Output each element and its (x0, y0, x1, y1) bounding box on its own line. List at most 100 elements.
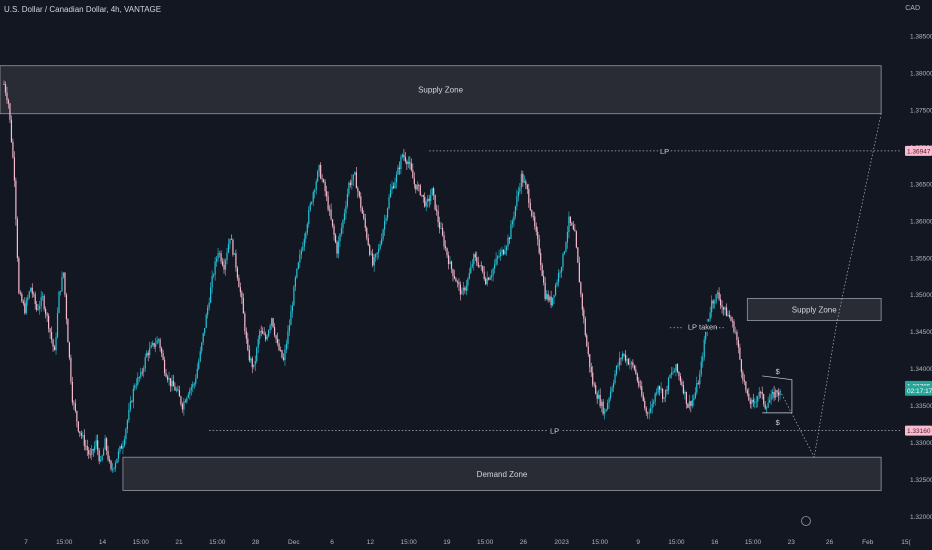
x-tick-label: Dec (288, 539, 300, 546)
candle-body (227, 243, 230, 253)
candle-body (641, 386, 643, 396)
candle-body (433, 188, 435, 195)
candle-body (236, 267, 239, 278)
candle-body (369, 245, 371, 255)
candle-body (740, 359, 742, 373)
candle-body (284, 349, 286, 360)
candle-body (505, 246, 508, 251)
candle-body (632, 362, 634, 366)
candle-body (476, 257, 478, 263)
candle-body (394, 182, 396, 189)
candle-body (724, 307, 726, 310)
candle-body (407, 161, 409, 165)
y-tick-label: 1.35500 (910, 255, 932, 262)
candle-body (653, 401, 655, 404)
candle-body (111, 469, 114, 470)
candle-body (95, 440, 97, 446)
candle-body (235, 253, 237, 268)
candle-body (441, 228, 444, 236)
x-tick-label: Feb (862, 539, 874, 546)
candle-body (694, 392, 696, 399)
candle-body (502, 249, 505, 255)
candle-body (546, 294, 548, 299)
candle-body (3, 84, 5, 85)
candle-body (107, 450, 109, 460)
candle-body (199, 351, 201, 362)
candle-body (177, 389, 179, 391)
candle-body (654, 393, 656, 402)
candle-body (507, 237, 509, 247)
candle-body (273, 327, 276, 336)
candle-body (556, 282, 558, 286)
candle-body (767, 402, 769, 408)
candle-body (178, 390, 181, 397)
x-tick-label: 23 (788, 539, 796, 546)
candle-body (690, 401, 692, 406)
candle-body (165, 373, 167, 377)
candle-body (705, 331, 707, 340)
candle-body (189, 389, 191, 395)
candle-body (352, 174, 354, 181)
candle-body (492, 268, 494, 276)
candle-body (693, 398, 695, 401)
candle-body (571, 222, 573, 226)
candle-body (308, 209, 310, 225)
candle-body (592, 372, 594, 385)
candle-body (522, 173, 524, 183)
candle-body (326, 191, 328, 197)
candle-body (287, 331, 289, 345)
candle-body (108, 459, 111, 461)
candle-body (538, 239, 540, 254)
candle-body (46, 313, 48, 316)
x-tick-label: 15:00 (592, 539, 609, 546)
candle-body (608, 398, 610, 403)
candle-body (498, 256, 500, 258)
candle-body (520, 173, 522, 189)
candle-body (73, 402, 75, 404)
candle-body (58, 291, 60, 313)
candle-body (517, 191, 519, 197)
candle-body (71, 381, 73, 403)
candle-body (271, 318, 273, 326)
candle-body (382, 229, 384, 240)
candle-body (303, 238, 305, 247)
candle-body (398, 167, 401, 169)
candle-body (357, 188, 359, 192)
candle-body (438, 222, 441, 229)
candle-body (88, 450, 90, 455)
candle-body (474, 254, 476, 258)
candle-body (589, 354, 591, 367)
candle-body (268, 330, 270, 337)
candle-body (560, 267, 563, 273)
candle-body (39, 305, 41, 310)
candle-body (669, 374, 671, 378)
candle-body (725, 307, 728, 317)
candle-body (703, 339, 705, 358)
candle-body (672, 372, 674, 374)
candle-body (79, 431, 81, 434)
candle-body (336, 242, 338, 254)
candle-body (412, 170, 414, 179)
candle-body (226, 252, 228, 260)
candle-body (160, 348, 163, 354)
candle-body (98, 450, 100, 462)
candle-body (534, 216, 536, 227)
candle-body (140, 371, 142, 378)
candle-body (638, 380, 640, 387)
candle-body (464, 287, 466, 291)
candle-body (360, 196, 362, 208)
candle-body (514, 206, 517, 217)
candle-body (135, 384, 137, 386)
candle-body (633, 365, 635, 370)
candle-body (331, 219, 334, 226)
candle-body (233, 253, 236, 255)
price-chart[interactable]: 1.385001.380001.375001.370001.365001.360… (0, 0, 932, 550)
candle-body (752, 399, 754, 403)
candle-body (745, 381, 747, 391)
candle-body (644, 400, 646, 408)
candle-body (453, 276, 456, 279)
candle-body (458, 282, 460, 285)
candle-body (34, 294, 36, 304)
candle-body (748, 393, 750, 401)
candle-body (504, 250, 506, 255)
